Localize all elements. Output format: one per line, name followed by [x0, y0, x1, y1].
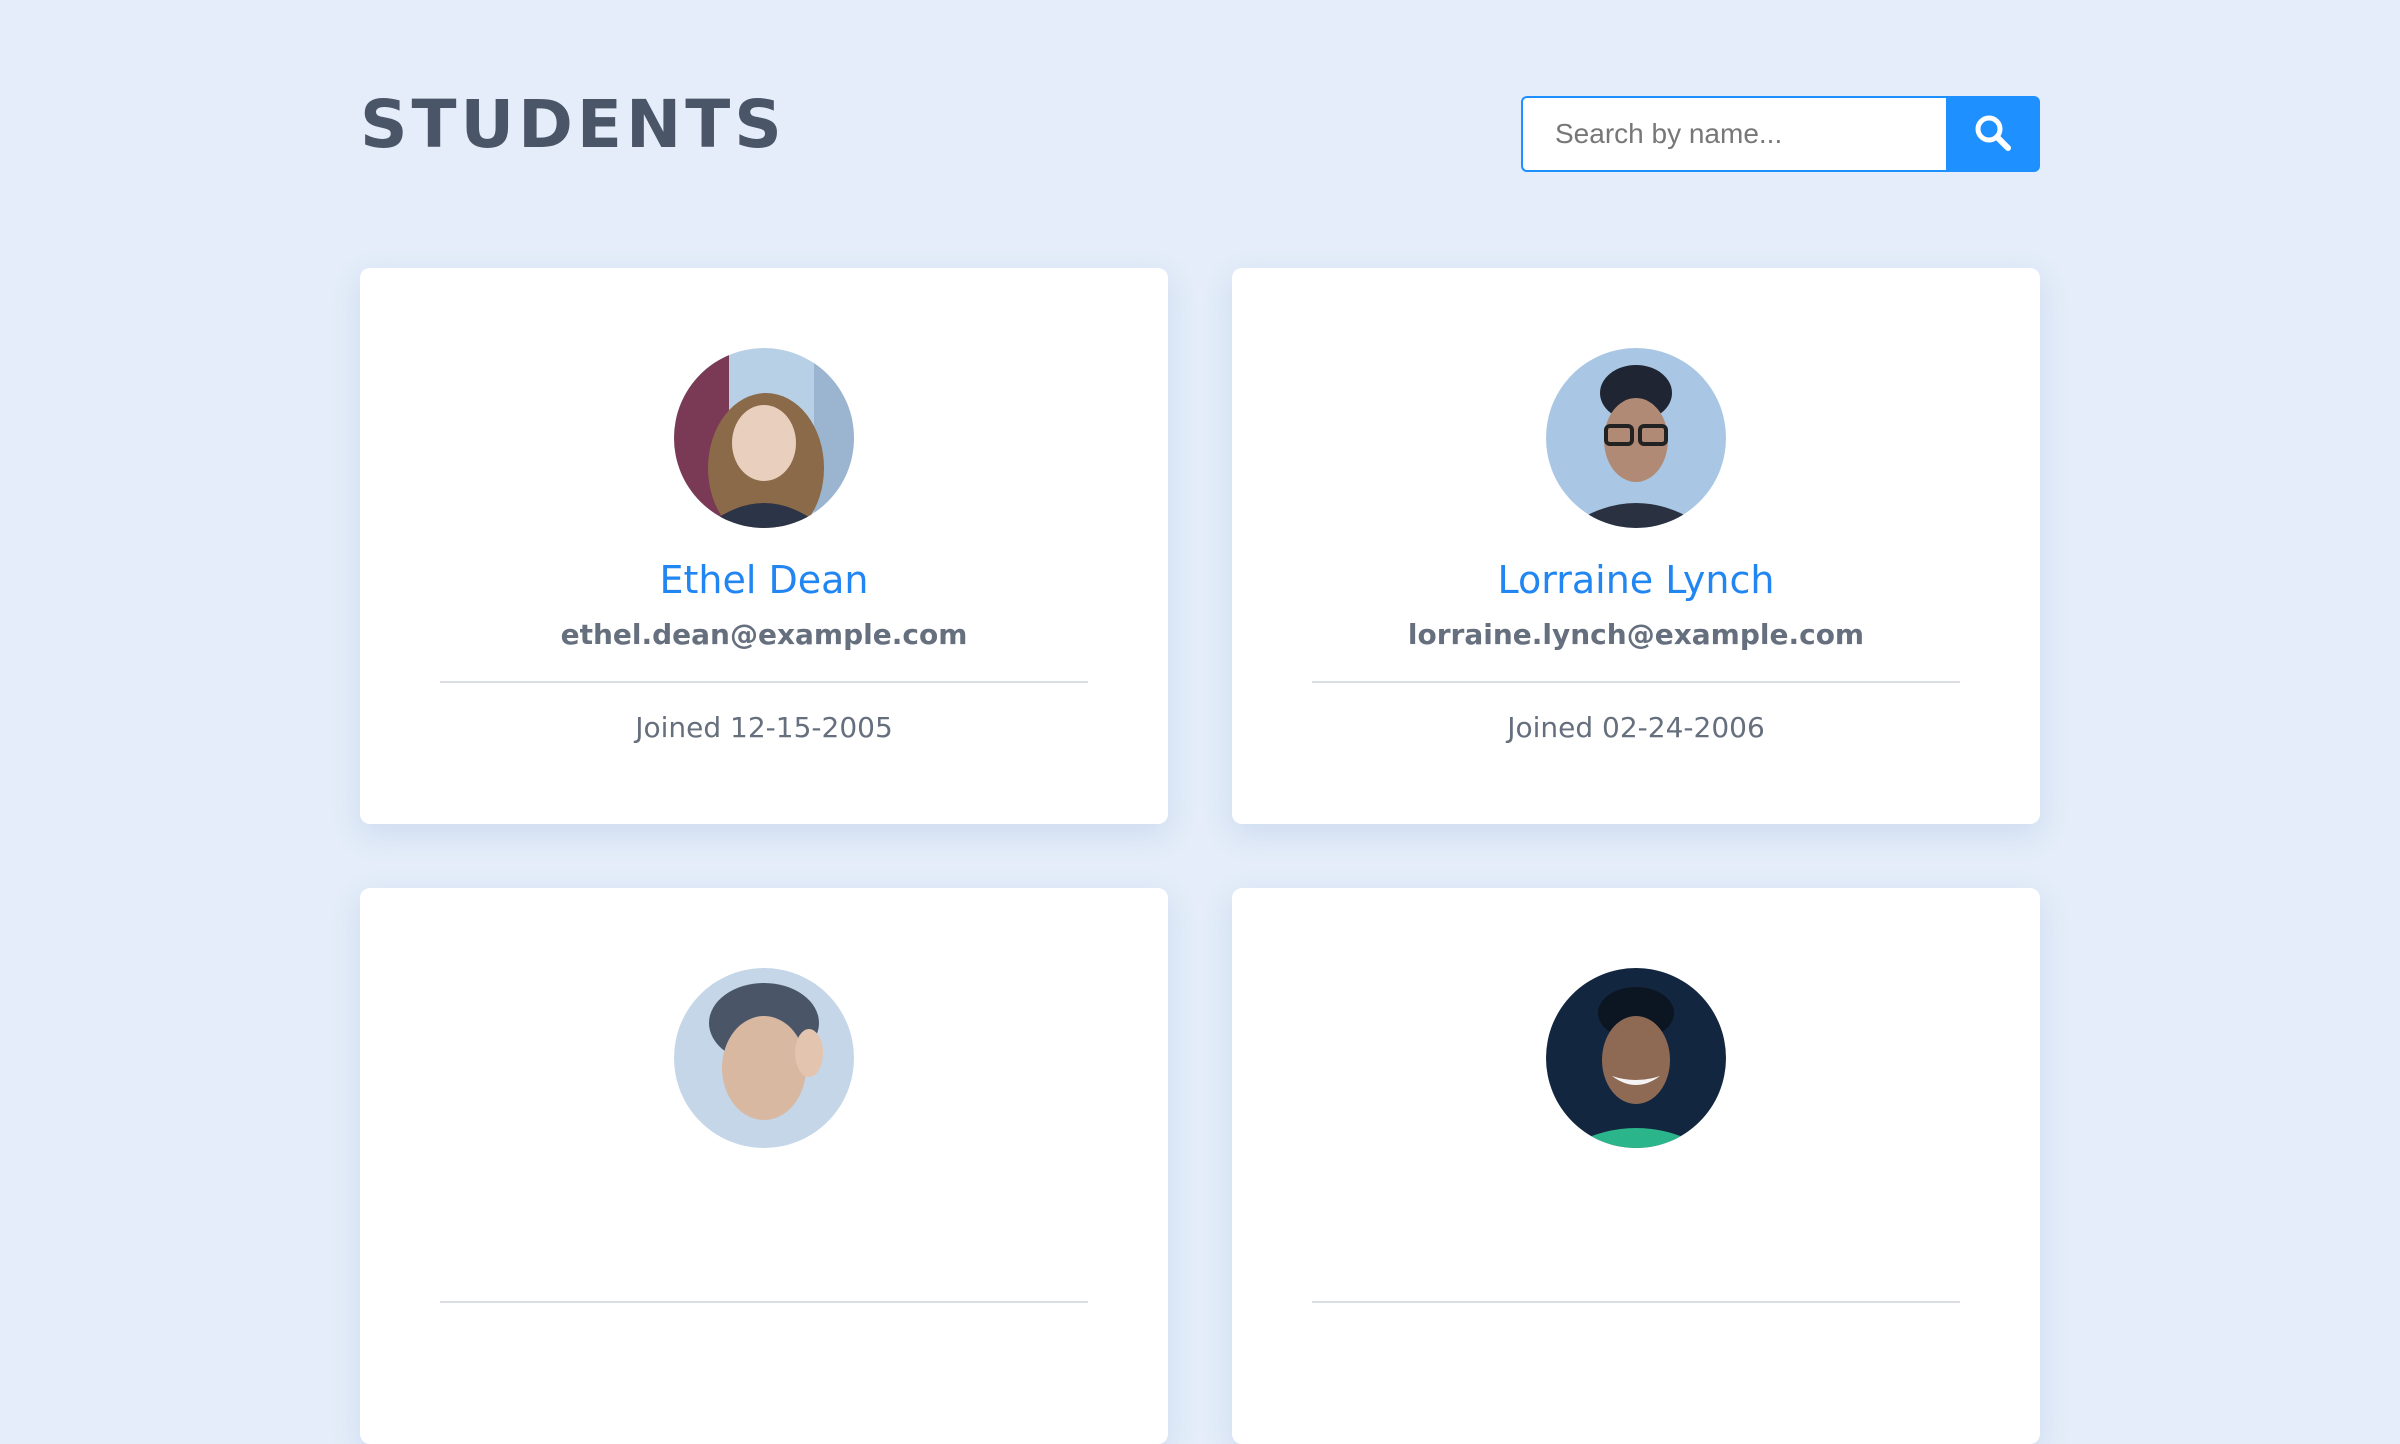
- student-email: lorraine.lynch@example.com: [1407, 618, 1865, 651]
- avatar: [1546, 968, 1726, 1148]
- student-card[interactable]: [1232, 888, 2040, 1444]
- student-card[interactable]: Lorraine Lynch lorraine.lynch@example.co…: [1232, 268, 2040, 824]
- student-joined-date: Joined 02-24-2006: [1507, 711, 1765, 744]
- page-header: STUDENTS: [360, 88, 2040, 178]
- search-bar: [1521, 96, 2040, 172]
- student-card[interactable]: Ethel Dean ethel.dean@example.com Joined…: [360, 268, 1168, 824]
- search-icon: [1973, 113, 2013, 156]
- student-name[interactable]: Lorraine Lynch: [1232, 558, 2040, 604]
- card-divider: [1312, 1301, 1960, 1303]
- search-button[interactable]: [1946, 96, 2040, 172]
- student-name[interactable]: Ethel Dean: [360, 558, 1168, 604]
- avatar: [674, 968, 854, 1148]
- card-divider: [1312, 681, 1960, 683]
- student-joined-date: Joined 12-15-2005: [635, 711, 893, 744]
- card-divider: [440, 1301, 1088, 1303]
- card-divider: [440, 681, 1088, 683]
- page-title: STUDENTS: [360, 86, 786, 163]
- student-email: ethel.dean@example.com: [560, 618, 968, 651]
- avatar: [1546, 348, 1726, 528]
- student-card[interactable]: [360, 888, 1168, 1444]
- search-input[interactable]: [1521, 96, 1946, 172]
- avatar: [674, 348, 854, 528]
